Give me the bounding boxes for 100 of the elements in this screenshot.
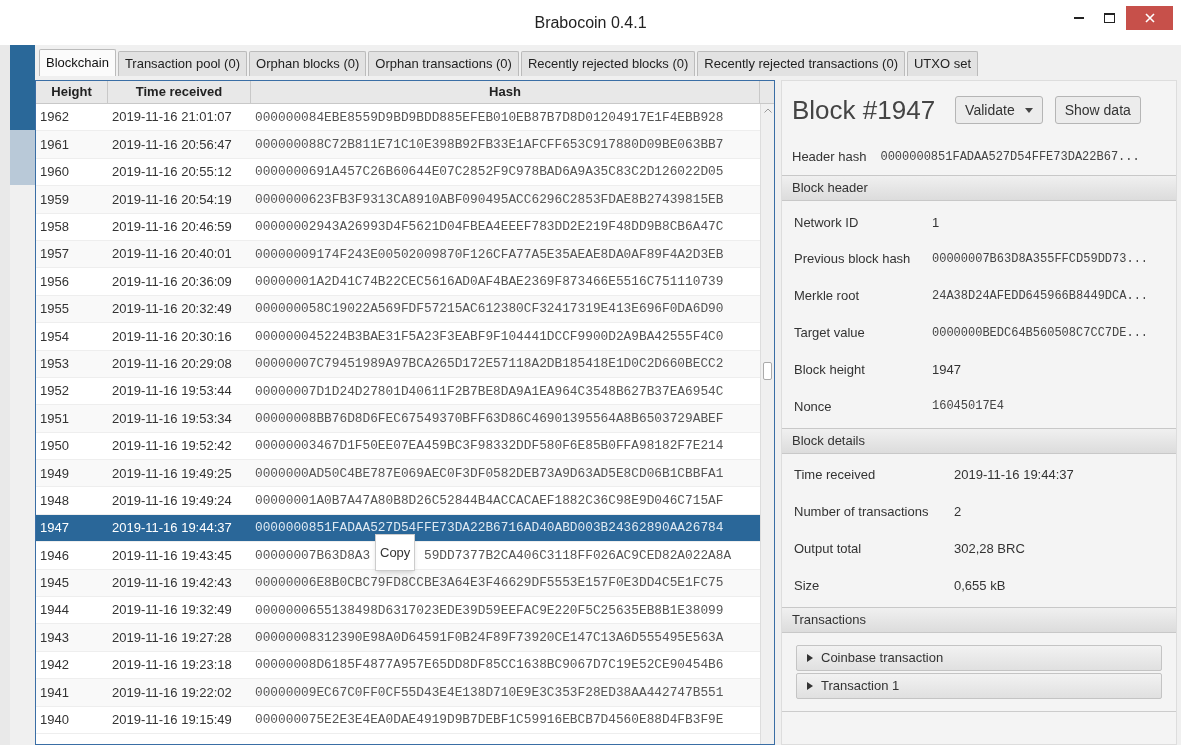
scrollbar-thumb[interactable] (763, 362, 772, 380)
table-cell-text: 00000006E8B0CBC79FD8CCBE3A64E3F46629DF5553E157F0E3DD4C5E1FC75 (254, 574, 725, 593)
table-cell-text: 0000000623FB3F9313CA8910ABF090495ACC6296C2853FDAE8B27439815EB (254, 190, 725, 209)
table-row[interactable]: 1961 2019-11-16 20:56:47 000000088C72B811E71C10E398B92FB33E1AFCFF653C917880D09BE063BB7 (36, 131, 760, 159)
transaction-pane[interactable]: Coinbase transaction (796, 644, 1162, 671)
field-value: 2019-11-16 19:44:37 (954, 466, 1074, 485)
table-cell-text: 2019-11-16 20:30:16 (111, 327, 233, 346)
table-cell-text: 1956 (39, 272, 70, 291)
table-cell-text: 00000008312390E98A0D64591F0B24F89F73920CE147C13A6D555495E563A (254, 629, 725, 647)
tab[interactable]: Recently rejected transactions (0) (697, 51, 905, 76)
field-label: Time received (794, 466, 877, 485)
table-cell-text: 0000000691A457C26B60644E07C2852F9C978BAD6A9A35C83C2D126022D05 (254, 163, 725, 182)
table-row[interactable]: 1955 2019-11-16 20:32:49 000000058C19022A569FDF57215AC612380CF32417319E413E696F0DA6D90 (36, 295, 760, 324)
tab[interactable]: UTXO set (907, 51, 979, 76)
tab[interactable]: Transaction pool (0) (117, 51, 247, 76)
field-label: Header hash (792, 148, 867, 167)
table-cell-text: 00000007C79451989A97BCA265D172E57118A2DB185418E1D0C2D660BECC2 (254, 355, 725, 374)
table-cell-text: 1940 (39, 711, 70, 730)
table-cell-text: 1960 (39, 163, 70, 182)
table-cell-text: 1951 (39, 409, 70, 428)
caret-right-icon (807, 681, 813, 690)
table-cell-text: 00000001A2D41C74B22CEC5616AD0AF4BAE2369F873466E5516C751110739 (254, 272, 725, 291)
field-value: 0000000851FADAA527D54FFE73DA22B67... (880, 149, 1140, 166)
close-icon (1144, 13, 1155, 23)
table-row[interactable]: 1945 2019-11-16 19:42:43 00000006E8B0CBC79FD8CCBE3A64E3F46629DF5553E157F0E3DD4C5E1FC75 (36, 569, 760, 598)
field-value: 1947 (932, 360, 961, 379)
table-cell-text: 2019-11-16 19:43:45 (111, 546, 233, 565)
column-header[interactable]: Hash (251, 81, 760, 103)
table-cell-text: 000000045224B3BAE31F5A23F3EABF9F104441DCCF9900D2A9BA42555F4C0 (254, 327, 725, 346)
table-cell-text: 2019-11-16 19:32:49 (111, 601, 233, 620)
table-row[interactable]: 1943 2019-11-16 19:27:28 00000008312390E98A0D64591F0B24F89F73920CE147C13A6D555495E563A (36, 624, 760, 652)
table-cell-text: 1942 (39, 656, 70, 675)
table-cell-text: 1953 (39, 354, 70, 373)
table-cell-text: 1946 (39, 546, 70, 565)
table-cell-text: 2019-11-16 19:15:49 (111, 711, 233, 730)
table-cell-text: 2019-11-16 20:40:01 (111, 245, 233, 264)
maximize-icon (1103, 13, 1115, 23)
table-cell-text: 2019-11-16 19:53:34 (111, 409, 233, 428)
table-cell-text: 2019-11-16 20:56:47 (111, 135, 233, 154)
table-row[interactable]: 1957 2019-11-16 20:40:01 00000009174F243E00502009870F126CFA77A5E35AEAE8DA0AF89F4A2D3EB (36, 240, 760, 269)
table-row[interactable]: 1953 2019-11-16 20:29:08 00000007C79451989A97BCA265D172E57118A2DB185418E1D0C2D660BECC2 (36, 350, 760, 378)
column-header[interactable]: Time received (108, 81, 251, 103)
scrollbar[interactable] (760, 104, 774, 744)
field-value: 2 (954, 503, 962, 522)
table-cell-text: 00000008D6185F4877A957E65DD8DF85CC1638BC9067D7C19E52CE90454B6 (254, 656, 725, 675)
table-cell-text: 1961 (39, 135, 70, 154)
tab[interactable]: Blockchain (39, 49, 116, 76)
table-cell-text: 59DD7377B2CA406C3118FF026AC9CED82A022A8A (423, 546, 732, 565)
table-cell-text: 0000000851FADAA527D54FFE73DA22B6716AD40ABD003B24362890AA26784 (254, 519, 725, 538)
field-label: Merkle root (794, 287, 861, 306)
field-value: 16045017E4 (932, 398, 1004, 416)
table-cell-text: 00000002943A26993D4F5621D04FBEA4EEEF783DD2E219F48DD9B8CB6A47C (254, 218, 725, 237)
section-header[interactable]: Block header (782, 175, 1176, 201)
menu-item[interactable]: Copy (379, 542, 412, 563)
scroll-up-icon (764, 108, 772, 113)
table-cell-text: 000000058C19022A569FDF57215AC612380CF32417319E413E696F0DA6D90 (254, 300, 725, 319)
table-cell-text: 00000003467D1F50EE07EA459BC3F98332DDF580F6E85B0FFA98182F7E214 (254, 437, 725, 456)
table-cell-text: 000000075E2E3E4EA0DAE4919D9B7DEBF1C59916EBCB7D4560E88D4FB3F9E (254, 711, 725, 730)
table-cell-text: 2019-11-16 20:46:59 (111, 218, 233, 236)
table-cell-text: 2019-11-16 19:52:42 (111, 437, 233, 456)
table-cell-text: 00000009EC67C0FF0CF55D43E4E138D710E9E3C353F28ED38AA442747B551 (254, 683, 725, 702)
table-row[interactable]: 1951 2019-11-16 19:53:34 00000008BB76D8D6FEC67549370BFF63D86C46901395564A8B6503729ABEF (36, 405, 760, 433)
field-value: 302,28 BRC (954, 540, 1025, 558)
table-cell-text: 1949 (39, 464, 70, 483)
table-cell-text: 2019-11-16 20:32:49 (111, 300, 233, 319)
table-cell-text: 000000084EBE8559D9BD9BDD885EFEB010EB87B7D8D01204917E1F4EBB928 (254, 108, 725, 127)
table-cell-text: 0000000AD50C4BE787E069AEC0F3DF0582DEB73A9D63AD5E8CD06B1CBBFA1 (254, 464, 725, 483)
table-cell-text: 2019-11-16 20:55:12 (111, 163, 233, 182)
field-value: 0,655 kB (954, 576, 1006, 595)
minimize-icon (1074, 17, 1084, 19)
table-cell-text: 2019-11-16 19:49:25 (111, 464, 233, 483)
section-header[interactable]: Block details (782, 427, 1176, 454)
validate-dropdown[interactable]: Validate (955, 96, 1043, 124)
table-cell-text: 00000008BB76D8D6FEC67549370BFF63D86C46901395564A8B6503729ABEF (254, 409, 725, 428)
table-cell-text: 1957 (39, 245, 70, 264)
column-header[interactable]: Height (36, 81, 108, 103)
table-cell-text: 1958 (39, 218, 70, 236)
tab[interactable]: Recently rejected blocks (0) (520, 51, 696, 76)
tab[interactable]: Orphan blocks (0) (249, 51, 367, 76)
block-title: Block #1947 (792, 93, 936, 127)
caret-right-icon (807, 653, 813, 662)
table-row[interactable]: 1941 2019-11-16 19:22:02 00000009EC67C0FF0CF55D43E4E138D710E9E3C353F28ED38AA442747B551 (36, 679, 760, 707)
table-cell-text: 2019-11-16 19:53:44 (111, 382, 233, 401)
window-title: Brabocoin 0.4.1 (534, 12, 647, 33)
table-cell-text: 1962 (39, 108, 70, 127)
table-cell-text: 1944 (39, 601, 70, 620)
table-cell-text: 2019-11-16 20:36:09 (111, 272, 233, 291)
table-cell-text: 2019-11-16 21:01:07 (111, 108, 233, 127)
table-row[interactable]: 1949 2019-11-16 19:49:25 0000000AD50C4BE787E069AEC0F3DF0582DEB73A9D63AD5E8CD06B1CBBFA1 (36, 460, 760, 488)
table-row[interactable]: 1959 2019-11-16 20:54:19 0000000623FB3F9313CA8910ABF090495ACC6296C2853FDAE8B27439815EB (36, 186, 760, 214)
section-header[interactable]: Transactions (782, 606, 1176, 633)
table-cell-text: 2019-11-16 19:49:24 (111, 491, 233, 510)
table-cell-text: 00000007B63D8A3 (255, 546, 371, 565)
table-cell-text: 1959 (39, 190, 70, 209)
transaction-pane[interactable]: Transaction 1 (796, 672, 1162, 699)
tab[interactable]: Orphan transactions (0) (368, 51, 519, 76)
table-cell-text: 2019-11-16 19:27:28 (111, 628, 233, 647)
show-data-button[interactable]: Show data (1054, 96, 1141, 124)
field-label: Target value (794, 324, 866, 343)
table-cell-text: 0000000655138498D6317023EDE39D59EEFAC9E220F5C25635EB8B1E38099 (254, 601, 725, 620)
